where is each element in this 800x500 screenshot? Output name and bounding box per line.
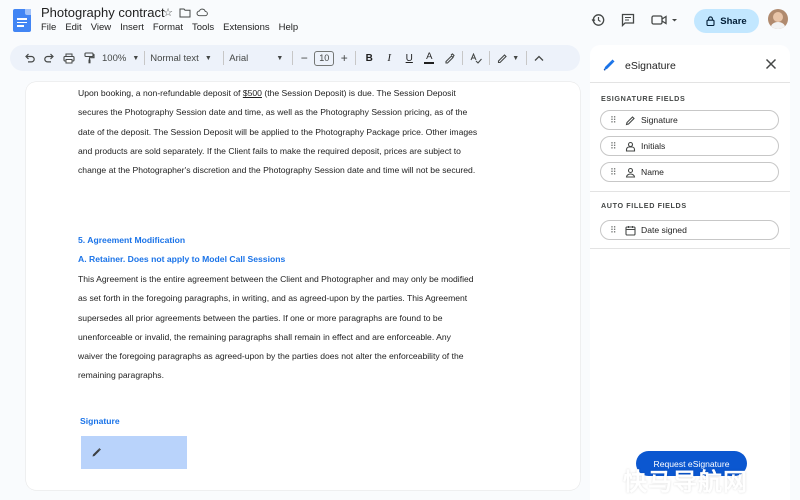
decrease-font-size-icon[interactable]: − (298, 48, 310, 68)
share-label: Share (720, 15, 747, 27)
signature-heading: Signature (80, 416, 120, 426)
toolbar-divider (526, 51, 528, 65)
editing-mode-select[interactable]: ▼ (495, 48, 521, 68)
panel-title: eSignature (625, 60, 676, 72)
docs-logo-icon[interactable] (13, 9, 31, 32)
toolbar-divider (223, 51, 225, 65)
paint-format-icon[interactable] (82, 48, 96, 68)
menu-help[interactable]: Help (279, 22, 299, 33)
toolbar-divider (489, 51, 491, 65)
spellcheck-icon[interactable] (468, 48, 484, 68)
collapse-toolbar-icon[interactable] (532, 48, 546, 68)
style-select[interactable]: Normal text ▼ (150, 48, 218, 68)
history-icon[interactable] (590, 12, 606, 28)
panel-divider (590, 191, 790, 192)
esignature-fields-label: ESIGNATURE FIELDS (601, 94, 686, 103)
document-title[interactable]: Photography contract (41, 5, 165, 20)
toolbar-divider (292, 51, 294, 65)
person-badge-icon (624, 140, 636, 152)
toolbar-divider (355, 51, 357, 65)
menu-bar: File Edit View Insert Format Tools Exten… (41, 22, 298, 33)
cloud-status-icon[interactable] (196, 6, 208, 18)
font-select[interactable]: Arial ▼ (229, 48, 287, 68)
watermark-text: 快马导航网 (623, 468, 748, 496)
drag-handle-icon[interactable]: ⠿ (610, 141, 622, 152)
comment-icon[interactable] (620, 12, 636, 28)
top-bar: Photography contract ☆ File Edit View In… (0, 0, 800, 42)
menu-extensions[interactable]: Extensions (223, 22, 269, 33)
drag-handle-icon[interactable]: ⠿ (610, 225, 622, 236)
menu-tools[interactable]: Tools (192, 22, 214, 33)
section-heading: 5. Agreement Modification (78, 235, 186, 245)
chevron-down-icon: ▼ (204, 54, 212, 62)
menu-insert[interactable]: Insert (120, 22, 144, 33)
signature-field[interactable] (81, 436, 187, 469)
calendar-icon (624, 224, 636, 236)
menu-format[interactable]: Format (153, 22, 183, 33)
share-button[interactable]: Share (694, 9, 759, 33)
highlight-color-icon[interactable] (441, 48, 457, 68)
deposit-paragraph: Upon booking, a non-refundable deposit o… (78, 84, 478, 180)
increase-font-size-icon[interactable]: + (338, 48, 350, 68)
subsection-heading: A. Retainer. Does not apply to Model Cal… (78, 254, 286, 264)
field-label: Name (641, 167, 664, 177)
agreement-paragraph: This Agreement is the entire agreement b… (78, 274, 474, 381)
italic-icon[interactable]: I (381, 48, 397, 68)
menu-file[interactable]: File (41, 22, 56, 33)
document-page[interactable]: Upon booking, a non-refundable deposit o… (26, 82, 580, 490)
lock-icon (706, 16, 715, 26)
field-label: Signature (641, 115, 678, 125)
field-date-signed[interactable]: ⠿ Date signed (600, 220, 779, 240)
pencil-icon (498, 53, 508, 63)
field-label: Initials (641, 141, 666, 151)
deposit-text-rest: (the Session Deposit) is due. The Sessio… (78, 88, 478, 176)
auto-filled-fields-label: AUTO FILLED FIELDS (601, 201, 687, 210)
panel-divider (590, 248, 790, 249)
chevron-down-icon: ▼ (512, 54, 520, 62)
toolbar-divider (144, 51, 146, 65)
text-color-icon[interactable]: A (421, 48, 437, 68)
pen-icon (624, 114, 636, 126)
drag-handle-icon[interactable]: ⠿ (610, 115, 622, 126)
avatar[interactable] (768, 9, 788, 29)
formatting-toolbar: 100% ▼ Normal text ▼ Arial ▼ − 10 + B I … (10, 45, 580, 71)
print-icon[interactable] (62, 48, 76, 68)
zoom-select[interactable]: 100% ▼ (102, 48, 139, 68)
drag-handle-icon[interactable]: ⠿ (610, 167, 622, 178)
deposit-amount: $500 (242, 88, 262, 98)
star-icon[interactable]: ☆ (162, 6, 174, 19)
chevron-down-icon: ▼ (132, 54, 140, 62)
meet-video-icon[interactable] (650, 12, 680, 28)
toolbar-divider (462, 51, 464, 65)
font-value: Arial (229, 52, 249, 64)
menu-edit[interactable]: Edit (65, 22, 81, 33)
font-size-input[interactable]: 10 (314, 50, 335, 66)
deposit-text-start: Upon booking, a non-refundable deposit o… (78, 88, 243, 98)
pen-icon (92, 448, 101, 457)
style-value: Normal text (150, 52, 199, 64)
person-icon (624, 166, 636, 178)
close-icon[interactable] (764, 57, 778, 73)
zoom-value: 100% (102, 52, 127, 64)
bold-icon[interactable]: B (361, 48, 377, 68)
underline-icon[interactable]: U (401, 48, 417, 68)
title-icons: ☆ (162, 6, 208, 19)
menu-view[interactable]: View (91, 22, 111, 33)
field-signature[interactable]: ⠿ Signature (600, 110, 779, 130)
field-label: Date signed (641, 225, 687, 235)
undo-icon[interactable] (22, 48, 36, 68)
field-initials[interactable]: ⠿ Initials (600, 136, 779, 156)
esignature-panel: eSignature ESIGNATURE FIELDS ⠿ Signature… (590, 45, 790, 500)
move-folder-icon[interactable] (179, 6, 191, 18)
field-name[interactable]: ⠿ Name (600, 162, 779, 182)
panel-header: eSignature (590, 45, 790, 83)
redo-icon[interactable] (42, 48, 56, 68)
chevron-down-icon: ▼ (276, 54, 284, 62)
esignature-pen-icon (602, 58, 616, 77)
